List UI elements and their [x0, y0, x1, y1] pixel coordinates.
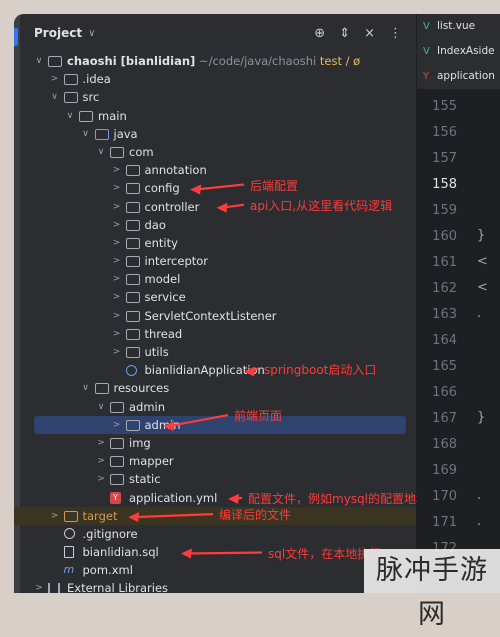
annotation-0: 后端配置	[250, 178, 299, 193]
annotation-5: 编译后的文件	[219, 508, 292, 523]
editor-tab[interactable]: V IndexAside	[417, 39, 500, 64]
line-number: 170	[432, 489, 457, 504]
annotation-arrow-head	[244, 366, 255, 377]
annotation-arrow-line	[195, 183, 245, 191]
annotation-arrow-head	[180, 548, 192, 559]
project-panel: Project ∨ ⊕ ⇕ × ⋮ ∨ chaoshi [bianlidian] …	[14, 14, 428, 593]
line-gutter: 155 156 157 158 159 160 161 162 163 164 165 166 167 1…	[417, 94, 500, 562]
code-fragment: .	[477, 514, 482, 529]
vue-file-icon: V	[423, 21, 430, 32]
tab-label: list.vue	[437, 20, 476, 32]
vue-file-icon: V	[423, 46, 430, 57]
editor-area: Vlist.vue V IndexAside Yapplication 155 156 1…	[417, 14, 500, 593]
yaml-file-icon: Y	[423, 71, 430, 82]
code-fragment: }	[477, 410, 486, 425]
line-number: 157	[432, 151, 457, 166]
editor-tab[interactable]: Vlist.vue	[417, 14, 500, 39]
line-number: 163	[432, 307, 457, 322]
tab-label: IndexAside	[437, 45, 495, 57]
annotation-arrow-head	[216, 202, 228, 213]
code-fragment: <	[477, 254, 488, 269]
annotation-arrow-head	[163, 421, 175, 432]
code-fragment: .	[477, 306, 482, 321]
annotation-arrow-line	[169, 414, 229, 428]
line-number: 171	[432, 515, 457, 530]
line-number: 168	[432, 437, 457, 452]
annotation-2: springboot启动入口	[264, 362, 377, 377]
code-fragment: }	[477, 228, 486, 243]
line-number: 165	[432, 359, 457, 374]
line-number: 159	[432, 203, 457, 218]
line-number: 161	[432, 255, 457, 270]
annotation-3: 前端页面	[234, 409, 283, 424]
line-number: 166	[432, 385, 457, 400]
code-fragment: <	[477, 280, 488, 295]
watermark: 脉冲手游网	[364, 549, 500, 630]
line-number: 167	[432, 411, 457, 426]
annotation-arrow-line	[134, 513, 214, 519]
line-number: 158	[432, 177, 457, 192]
line-number: 169	[432, 463, 457, 478]
editor-tabs: Vlist.vue V IndexAside Yapplication	[417, 14, 500, 89]
editor-tab[interactable]: Yapplication	[417, 64, 500, 89]
ide-window: Project ∨ ⊕ ⇕ × ⋮ ∨ chaoshi [bianlidian] …	[14, 14, 500, 593]
line-number: 162	[432, 281, 457, 296]
line-number: 156	[432, 125, 457, 140]
annotation-arrow-head	[228, 493, 239, 504]
line-number: 160	[432, 229, 457, 244]
line-number: 164	[432, 333, 457, 348]
tab-label: application	[437, 70, 495, 82]
line-number: 155	[432, 99, 457, 114]
annotation-4: 配置文件，例如mysql的配置地址	[248, 491, 428, 506]
annotation-arrow-head	[128, 512, 140, 523]
annotation-arrow-line	[186, 551, 263, 555]
code-fragment: .	[477, 488, 482, 503]
annotation-arrow-head	[190, 184, 202, 195]
annotation-1: api入口,从这里看代码逻辑	[250, 198, 393, 213]
